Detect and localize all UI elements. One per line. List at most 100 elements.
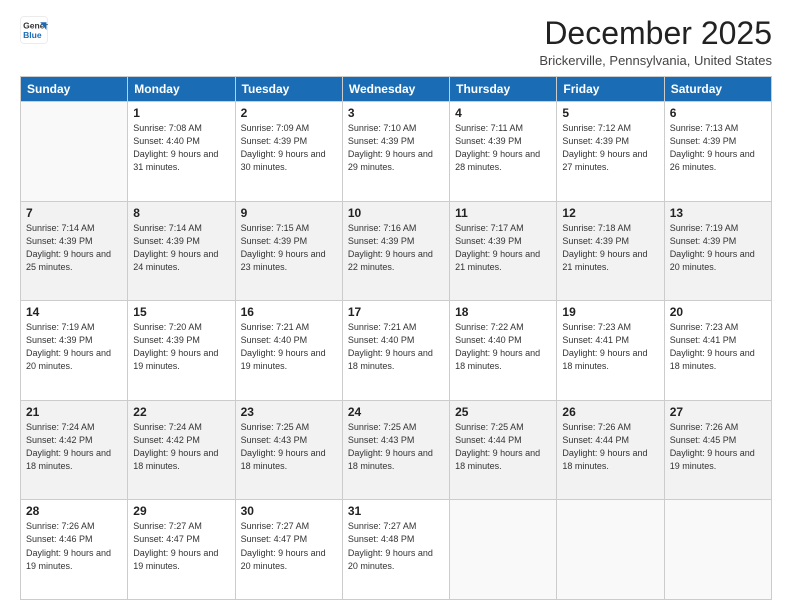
- day-cell: 6 Sunrise: 7:13 AMSunset: 4:39 PMDaylight…: [664, 102, 771, 202]
- col-header-thursday: Thursday: [450, 77, 557, 102]
- day-number: 6: [670, 106, 766, 120]
- col-header-tuesday: Tuesday: [235, 77, 342, 102]
- day-number: 9: [241, 206, 337, 220]
- day-number: 25: [455, 405, 551, 419]
- day-number: 27: [670, 405, 766, 419]
- day-cell: 26Sunrise: 7:26 AMSunset: 4:44 PMDayligh…: [557, 400, 664, 500]
- day-cell: 7 Sunrise: 7:14 AMSunset: 4:39 PMDaylight…: [21, 201, 128, 301]
- day-number: 23: [241, 405, 337, 419]
- day-cell: 28Sunrise: 7:26 AMSunset: 4:46 PMDayligh…: [21, 500, 128, 600]
- day-cell: 19 Sunrise: 7:23 AMSunset: 4:41 PMDayligh…: [557, 301, 664, 401]
- day-number: 15: [133, 305, 229, 319]
- day-number: 31: [348, 504, 444, 518]
- day-info: Sunrise: 7:23 AMSunset: 4:41 PMDaylight:…: [562, 321, 658, 373]
- day-info: Sunrise: 7:26 AMSunset: 4:45 PMDaylight:…: [670, 421, 766, 473]
- day-number: 24: [348, 405, 444, 419]
- day-info: Sunrise: 7:10 AMSunset: 4:39 PMDaylight:…: [348, 122, 444, 174]
- day-info: Sunrise: 7:22 AMSunset: 4:40 PMDaylight:…: [455, 321, 551, 373]
- day-cell: 11 Sunrise: 7:17 AMSunset: 4:39 PMDayligh…: [450, 201, 557, 301]
- header-row: SundayMondayTuesdayWednesdayThursdayFrid…: [21, 77, 772, 102]
- day-number: 18: [455, 305, 551, 319]
- page: General Blue December 2025 Brickerville,…: [0, 0, 792, 612]
- day-number: 1: [133, 106, 229, 120]
- day-info: Sunrise: 7:15 AMSunset: 4:39 PMDaylight:…: [241, 222, 337, 274]
- day-number: 26: [562, 405, 658, 419]
- day-cell: 30 Sunrise: 7:27 AMSunset: 4:47 PMDayligh…: [235, 500, 342, 600]
- day-info: Sunrise: 7:11 AMSunset: 4:39 PMDaylight:…: [455, 122, 551, 174]
- day-info: Sunrise: 7:19 AMSunset: 4:39 PMDaylight:…: [26, 321, 122, 373]
- day-number: 13: [670, 206, 766, 220]
- week-row-5: 28Sunrise: 7:26 AMSunset: 4:46 PMDayligh…: [21, 500, 772, 600]
- day-cell: 12 Sunrise: 7:18 AMSunset: 4:39 PMDayligh…: [557, 201, 664, 301]
- day-number: 11: [455, 206, 551, 220]
- day-cell: 29Sunrise: 7:27 AMSunset: 4:47 PMDayligh…: [128, 500, 235, 600]
- day-cell: 18 Sunrise: 7:22 AMSunset: 4:40 PMDayligh…: [450, 301, 557, 401]
- day-info: Sunrise: 7:17 AMSunset: 4:39 PMDaylight:…: [455, 222, 551, 274]
- week-row-1: 1 Sunrise: 7:08 AMSunset: 4:40 PMDaylight…: [21, 102, 772, 202]
- day-cell: 31 Sunrise: 7:27 AMSunset: 4:48 PMDayligh…: [342, 500, 449, 600]
- day-number: 17: [348, 305, 444, 319]
- day-info: Sunrise: 7:21 AMSunset: 4:40 PMDaylight:…: [348, 321, 444, 373]
- day-number: 10: [348, 206, 444, 220]
- day-number: 29: [133, 504, 229, 518]
- day-cell: 10 Sunrise: 7:16 AMSunset: 4:39 PMDayligh…: [342, 201, 449, 301]
- day-number: 30: [241, 504, 337, 518]
- col-header-wednesday: Wednesday: [342, 77, 449, 102]
- day-info: Sunrise: 7:25 AMSunset: 4:43 PMDaylight:…: [241, 421, 337, 473]
- day-cell: 15Sunrise: 7:20 AMSunset: 4:39 PMDayligh…: [128, 301, 235, 401]
- day-cell: 1 Sunrise: 7:08 AMSunset: 4:40 PMDaylight…: [128, 102, 235, 202]
- day-number: 19: [562, 305, 658, 319]
- day-number: 2: [241, 106, 337, 120]
- day-info: Sunrise: 7:23 AMSunset: 4:41 PMDaylight:…: [670, 321, 766, 373]
- week-row-2: 7 Sunrise: 7:14 AMSunset: 4:39 PMDaylight…: [21, 201, 772, 301]
- day-cell: 16Sunrise: 7:21 AMSunset: 4:40 PMDayligh…: [235, 301, 342, 401]
- day-number: 14: [26, 305, 122, 319]
- day-info: Sunrise: 7:09 AMSunset: 4:39 PMDaylight:…: [241, 122, 337, 174]
- day-info: Sunrise: 7:14 AMSunset: 4:39 PMDaylight:…: [133, 222, 229, 274]
- day-number: 4: [455, 106, 551, 120]
- day-info: Sunrise: 7:13 AMSunset: 4:39 PMDaylight:…: [670, 122, 766, 174]
- day-info: Sunrise: 7:19 AMSunset: 4:39 PMDaylight:…: [670, 222, 766, 274]
- day-number: 22: [133, 405, 229, 419]
- day-number: 7: [26, 206, 122, 220]
- day-number: 8: [133, 206, 229, 220]
- day-info: Sunrise: 7:27 AMSunset: 4:47 PMDaylight:…: [241, 520, 337, 572]
- day-cell: [450, 500, 557, 600]
- day-number: 12: [562, 206, 658, 220]
- day-info: Sunrise: 7:14 AMSunset: 4:39 PMDaylight:…: [26, 222, 122, 274]
- day-cell: 9 Sunrise: 7:15 AMSunset: 4:39 PMDaylight…: [235, 201, 342, 301]
- day-cell: [21, 102, 128, 202]
- day-info: Sunrise: 7:18 AMSunset: 4:39 PMDaylight:…: [562, 222, 658, 274]
- day-info: Sunrise: 7:08 AMSunset: 4:40 PMDaylight:…: [133, 122, 229, 174]
- day-info: Sunrise: 7:25 AMSunset: 4:43 PMDaylight:…: [348, 421, 444, 473]
- day-info: Sunrise: 7:16 AMSunset: 4:39 PMDaylight:…: [348, 222, 444, 274]
- day-cell: 23 Sunrise: 7:25 AMSunset: 4:43 PMDayligh…: [235, 400, 342, 500]
- week-row-4: 21Sunrise: 7:24 AMSunset: 4:42 PMDayligh…: [21, 400, 772, 500]
- day-number: 3: [348, 106, 444, 120]
- week-row-3: 14 Sunrise: 7:19 AMSunset: 4:39 PMDayligh…: [21, 301, 772, 401]
- day-cell: 14 Sunrise: 7:19 AMSunset: 4:39 PMDayligh…: [21, 301, 128, 401]
- day-cell: 2 Sunrise: 7:09 AMSunset: 4:39 PMDaylight…: [235, 102, 342, 202]
- day-cell: 5Sunrise: 7:12 AMSunset: 4:39 PMDaylight…: [557, 102, 664, 202]
- day-number: 21: [26, 405, 122, 419]
- svg-text:Blue: Blue: [23, 30, 42, 40]
- col-header-sunday: Sunday: [21, 77, 128, 102]
- col-header-saturday: Saturday: [664, 77, 771, 102]
- day-number: 5: [562, 106, 658, 120]
- logo-icon: General Blue: [20, 16, 48, 44]
- header: General Blue December 2025 Brickerville,…: [20, 16, 772, 68]
- day-info: Sunrise: 7:21 AMSunset: 4:40 PMDaylight:…: [241, 321, 337, 373]
- day-cell: 13 Sunrise: 7:19 AMSunset: 4:39 PMDayligh…: [664, 201, 771, 301]
- col-header-friday: Friday: [557, 77, 664, 102]
- day-cell: 3 Sunrise: 7:10 AMSunset: 4:39 PMDaylight…: [342, 102, 449, 202]
- day-cell: 8 Sunrise: 7:14 AMSunset: 4:39 PMDaylight…: [128, 201, 235, 301]
- day-info: Sunrise: 7:27 AMSunset: 4:48 PMDaylight:…: [348, 520, 444, 572]
- location: Brickerville, Pennsylvania, United State…: [539, 53, 772, 68]
- logo: General Blue: [20, 16, 48, 44]
- day-cell: 21Sunrise: 7:24 AMSunset: 4:42 PMDayligh…: [21, 400, 128, 500]
- day-number: 28: [26, 504, 122, 518]
- month-title: December 2025: [539, 16, 772, 51]
- day-cell: 25Sunrise: 7:25 AMSunset: 4:44 PMDayligh…: [450, 400, 557, 500]
- day-cell: 22Sunrise: 7:24 AMSunset: 4:42 PMDayligh…: [128, 400, 235, 500]
- day-cell: 20Sunrise: 7:23 AMSunset: 4:41 PMDayligh…: [664, 301, 771, 401]
